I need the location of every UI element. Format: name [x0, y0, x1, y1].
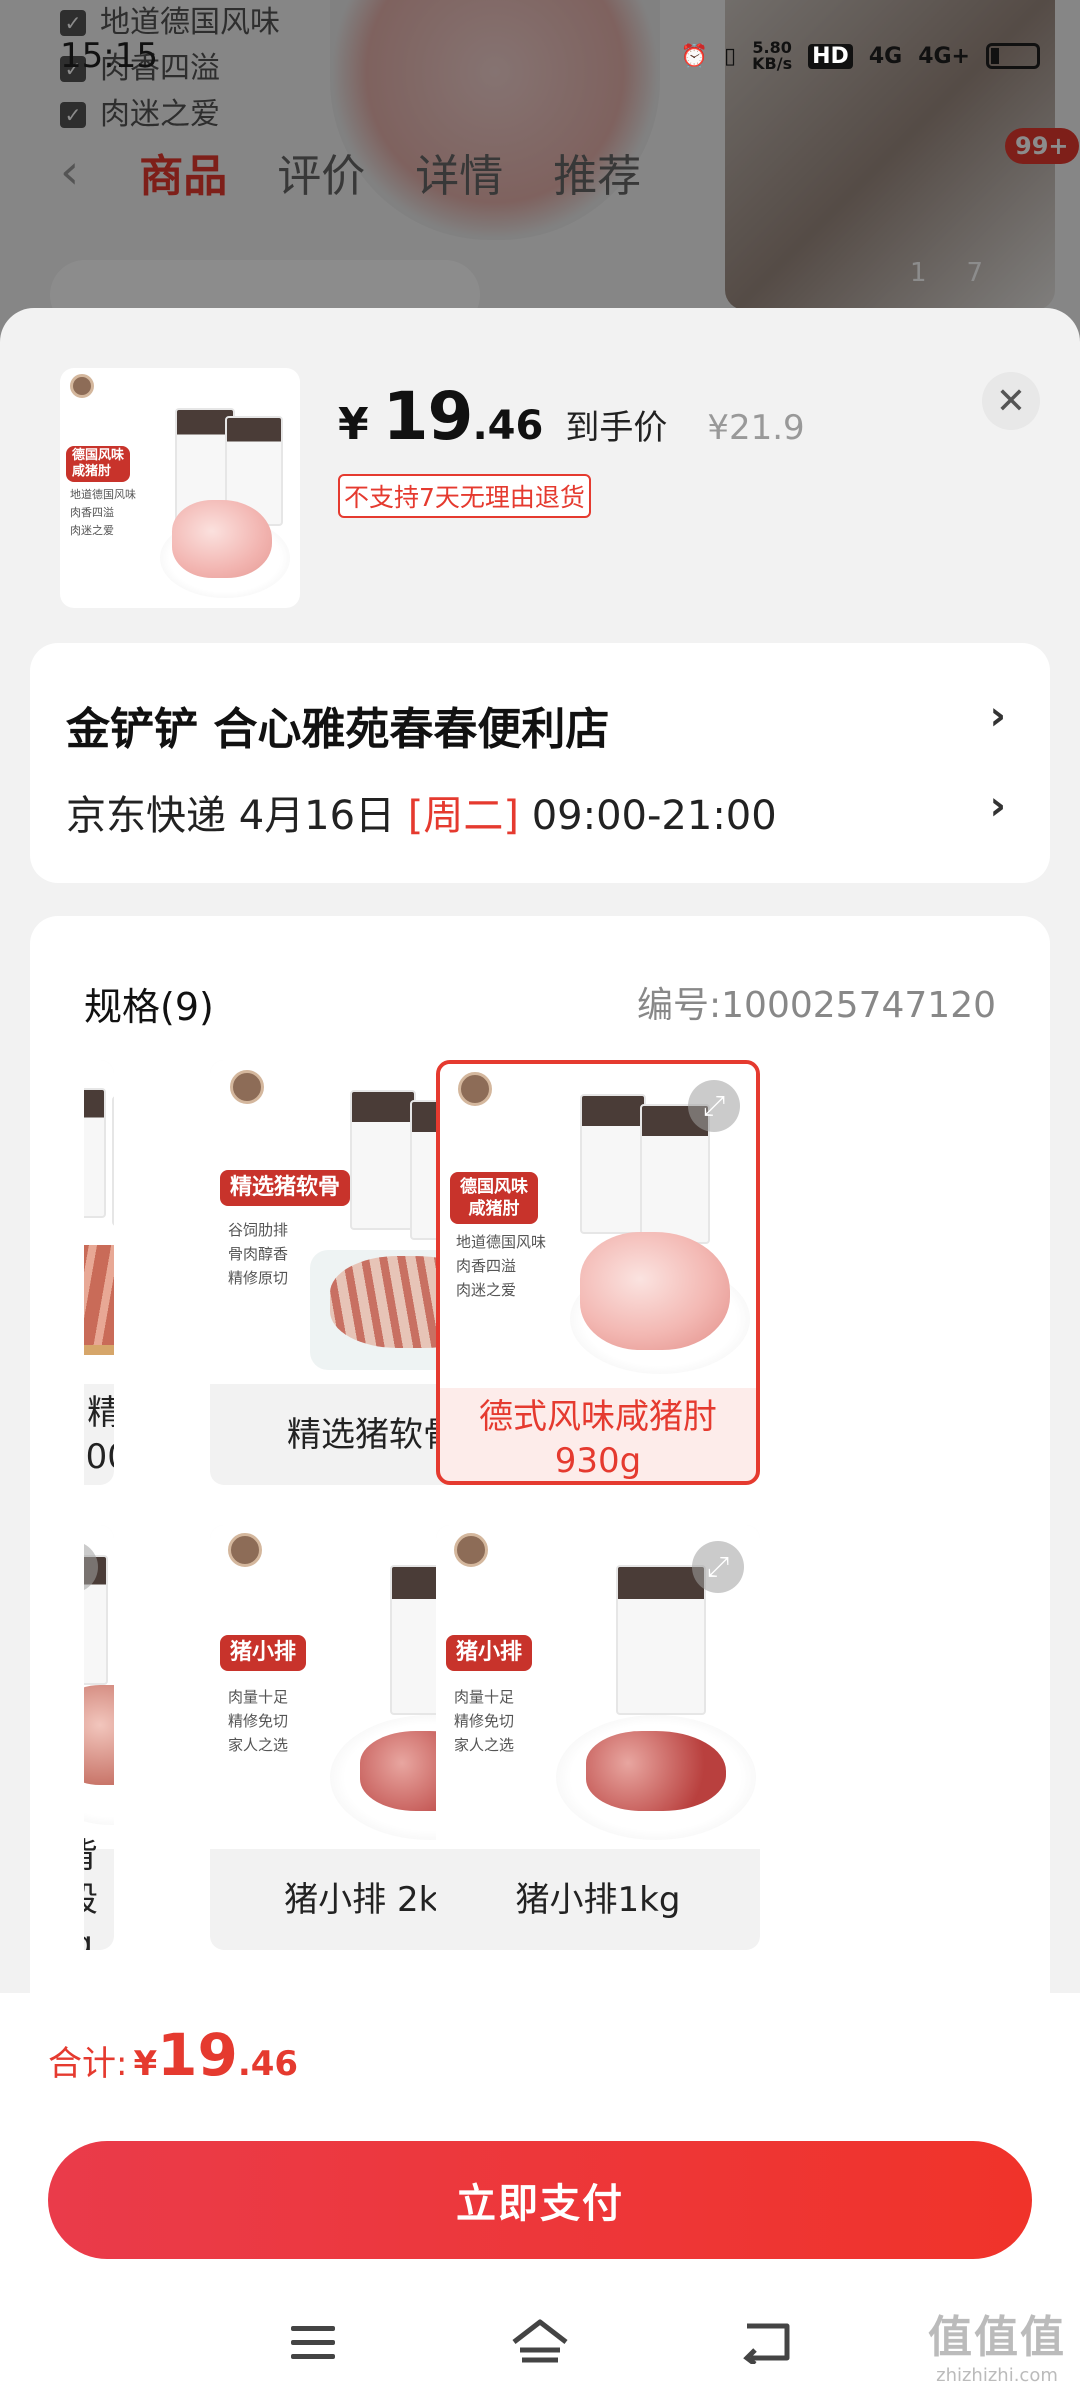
total-decimal: .46	[237, 2044, 299, 2084]
currency-symbol: ¥	[133, 2044, 158, 2084]
total-integer: 19	[157, 2021, 238, 2089]
spec-option-label: 德式风味咸猪肘 930g	[479, 1396, 717, 1481]
spec-option-tag: 猪小排	[220, 1635, 307, 1671]
feature-text: 肉量十足	[228, 1688, 289, 1706]
watermark-text: 值值值	[928, 2312, 1066, 2363]
brand-logo-icon	[70, 374, 94, 398]
menu-icon[interactable]	[278, 2307, 348, 2377]
package-image	[350, 1090, 416, 1230]
watermark-url: zhizhizhi.com	[936, 2365, 1058, 2386]
delivery-weekday: [周二]	[407, 793, 519, 839]
package-image	[616, 1565, 706, 1715]
brand-logo-icon	[458, 1072, 492, 1106]
total-label: 合计:	[48, 2044, 128, 2084]
signal-4g-icon: 4G	[868, 43, 903, 69]
alarm-icon: ⏰	[680, 43, 709, 69]
spec-option-tag: 德国风味 咸猪肘	[450, 1172, 538, 1224]
currency-symbol: ¥	[338, 399, 369, 450]
feature-text: 肉迷之爱	[70, 524, 114, 537]
delivery-card: 金铲铲 合心雅苑春春便利店 › 京东快递 4月16日 [周二] 09:00-21…	[30, 643, 1050, 883]
battery-icon	[986, 43, 1040, 69]
original-price: ¥21.9	[707, 408, 805, 448]
spec-grid: X司精肋排 （500g×2） 精选猪软骨 谷饲肋排 骨肉醇香 精修原切	[30, 1060, 1050, 2060]
package-image	[112, 1096, 114, 1226]
feature-text: 家人之选	[228, 1736, 289, 1754]
status-time: 15:15	[60, 36, 158, 76]
system-navigation-bar	[0, 2283, 1080, 2400]
chevron-right-icon[interactable]: ›	[990, 783, 1006, 829]
spec-title: 规格(9)	[84, 985, 214, 1029]
thumbnail-tag: 德国风味 咸猪肘	[66, 446, 131, 482]
feature-text: 肉香四溢	[456, 1257, 517, 1275]
spec-option-tag: 精选猪软骨	[220, 1170, 351, 1206]
spec-option-selected[interactable]: 德国风味 咸猪肘 地道德国风味 肉香四溢 肉迷之爱 ⤢ 德式风味咸猪肘 930g	[436, 1060, 760, 1485]
thumbnail-features: 地道德国风味 肉香四溢 肉迷之爱	[70, 486, 136, 540]
feature-text: 家人之选	[454, 1736, 515, 1754]
feature-text: 谷饲肋排	[228, 1221, 289, 1239]
feature-text: 精修原切	[228, 1269, 289, 1287]
spec-option-features: 肉量十足 精修免切 家人之选	[228, 1685, 288, 1757]
product-code: 编号:100025747120	[637, 985, 996, 1026]
spec-option-features: 肉量十足 精修免切 家人之选	[454, 1685, 514, 1757]
spec-card: 规格(9) 编号:100025747120 X司精肋排 （500g×2） 精选猪…	[30, 916, 1050, 2116]
watermark-logo: 值值值 zhizhizhi.com	[928, 2301, 1066, 2386]
delivery-time[interactable]: 京东快递 4月16日 [周二] 09:00-21:00	[66, 783, 777, 841]
spec-option-label: 猪小排1kg	[515, 1879, 681, 1920]
product-thumbnail[interactable]: 德国风味 咸猪肘 地道德国风味 肉香四溢 肉迷之爱	[60, 368, 300, 608]
close-icon: ✕	[995, 380, 1027, 422]
final-price-integer: 19	[382, 378, 474, 455]
hd-icon: HD	[808, 43, 853, 69]
pay-now-button[interactable]: 立即支付	[48, 2141, 1032, 2259]
signal-4g-plus-icon: 4G+	[918, 43, 970, 69]
delivery-time-window: 09:00-21:00	[519, 793, 777, 839]
spec-option-tag: 猪小排	[446, 1635, 533, 1671]
expand-icon[interactable]: ⤢	[692, 1541, 744, 1593]
feature-text: 精修免切	[228, 1712, 289, 1730]
feature-text: 肉香四溢	[70, 506, 114, 519]
expand-icon[interactable]: ⤢	[688, 1080, 740, 1132]
brand-logo-icon	[454, 1533, 488, 1567]
price-row: ¥ 19 .46 到手价 ¥21.9	[338, 378, 805, 455]
brand-logo-icon	[228, 1533, 262, 1567]
spec-option-features: 谷饲肋排 骨肉醇香 精修原切	[228, 1218, 288, 1290]
delivery-address[interactable]: 金铲铲 合心雅苑春春便利店	[66, 693, 609, 757]
feature-text: 精修免切	[454, 1712, 515, 1730]
return-policy-tag: 不支持7天无理由退货	[338, 474, 591, 518]
scroll-edge-mask	[30, 1060, 84, 1960]
home-icon[interactable]	[505, 2307, 575, 2377]
spec-option[interactable]: 猪小排 肉量十足 精修免切 家人之选 ⤢ 猪小排1kg	[436, 1525, 760, 1950]
chevron-right-icon[interactable]: ›	[990, 693, 1006, 739]
brand-logo-icon	[230, 1070, 264, 1104]
feature-text: 地道德国风味	[70, 488, 136, 501]
feature-text: 地道德国风味	[456, 1233, 547, 1251]
feature-text: 骨肉醇香	[228, 1245, 289, 1263]
feature-text: 肉迷之爱	[456, 1281, 517, 1299]
spec-option-features: 地道德国风味 肉香四溢 肉迷之爱	[456, 1230, 546, 1302]
close-button[interactable]: ✕	[982, 372, 1040, 430]
checkout-bar: 合计: ¥ 19 .46 立即支付 值值值 zhizhizhi.com	[0, 1993, 1080, 2400]
final-price-decimal: .46	[472, 403, 544, 449]
vibrate-icon: ▯	[724, 43, 737, 69]
package-image	[580, 1094, 646, 1234]
back-icon[interactable]	[732, 2307, 802, 2377]
status-bar: 15:15 ⏰ ▯ 5.80 KB/s HD 4G 4G+	[60, 36, 1040, 76]
delivery-method-date: 京东快递 4月16日	[66, 793, 408, 839]
final-price-label: 到手价	[565, 408, 668, 448]
pork-ribs-image	[586, 1731, 726, 1811]
net-speed: 5.80 KB/s	[752, 38, 793, 73]
product-header: 德国风味 咸猪肘 地道德国风味 肉香四溢 肉迷之爱 ¥ 19 .46 到手价 ¥…	[60, 368, 1060, 618]
feature-text: 肉量十足	[454, 1688, 515, 1706]
total-amount: 合计: ¥ 19 .46	[48, 2021, 298, 2089]
pork-knuckle-image	[580, 1232, 730, 1350]
pork-knuckle-image	[172, 500, 272, 578]
